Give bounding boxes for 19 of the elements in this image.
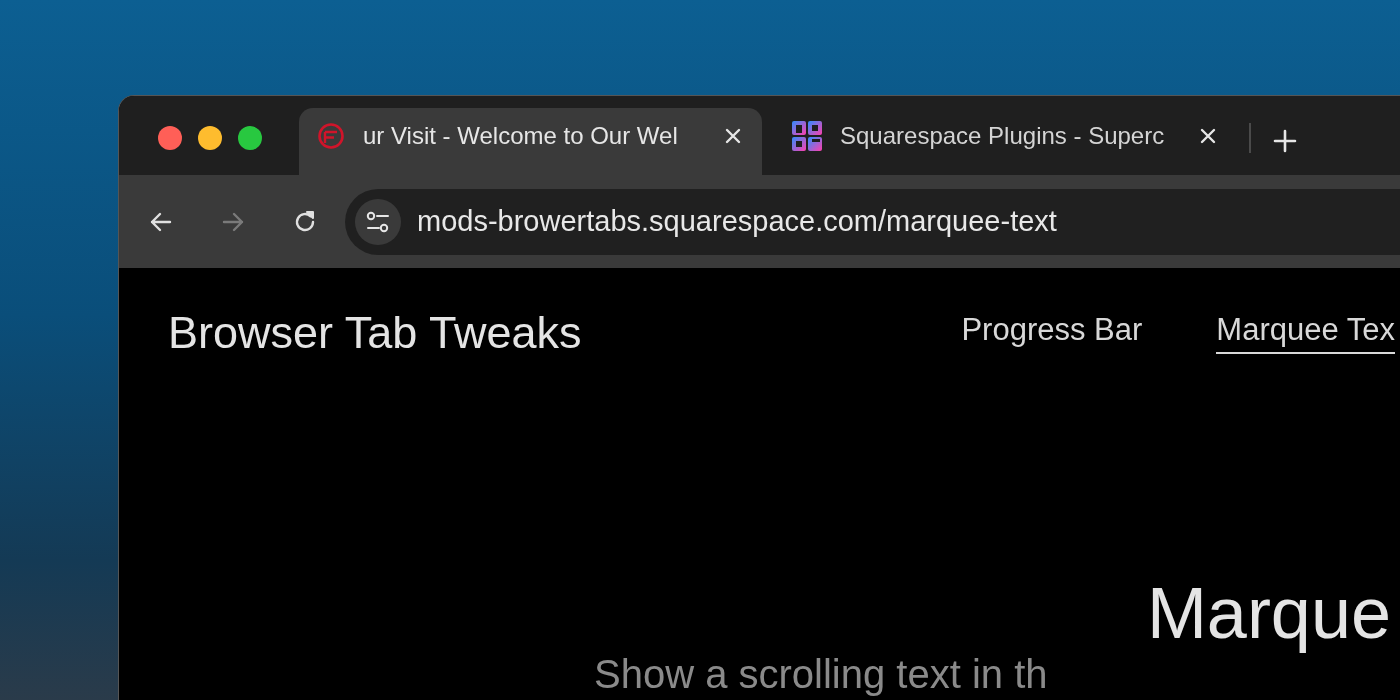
new-tab-icon[interactable] (1273, 129, 1297, 153)
browser-tab[interactable]: Squarespace Plugins - Superc (774, 108, 1237, 175)
browser-tab[interactable]: ur Visit - Welcome to Our Wel (299, 108, 762, 175)
tab-title: Squarespace Plugins - Superc (840, 121, 1166, 150)
grid-logo-icon[interactable] (792, 120, 822, 151)
sliders-icon (366, 210, 390, 233)
close-button[interactable] (158, 126, 182, 150)
site-info-button[interactable] (355, 198, 401, 245)
hero-subheading: Show a scrolling text in th (594, 651, 1048, 698)
close-icon[interactable] (724, 126, 742, 145)
address-bar[interactable]: mods-browertabs.squarespace.com/marquee-text (345, 188, 1400, 255)
close-icon[interactable] (1199, 126, 1217, 145)
nav-link[interactable]: Marquee Tex (1216, 312, 1395, 354)
url-text: mods-browertabs.squarespace.com/marquee-text (417, 205, 1057, 238)
nav-link[interactable]: Progress Bar (961, 312, 1143, 354)
site-title[interactable]: Browser Tab Tweaks (168, 307, 582, 359)
zoom-button[interactable] (238, 126, 262, 150)
minimize-button[interactable] (198, 126, 222, 150)
tab-title: ur Visit - Welcome to Our Wel (363, 121, 679, 150)
